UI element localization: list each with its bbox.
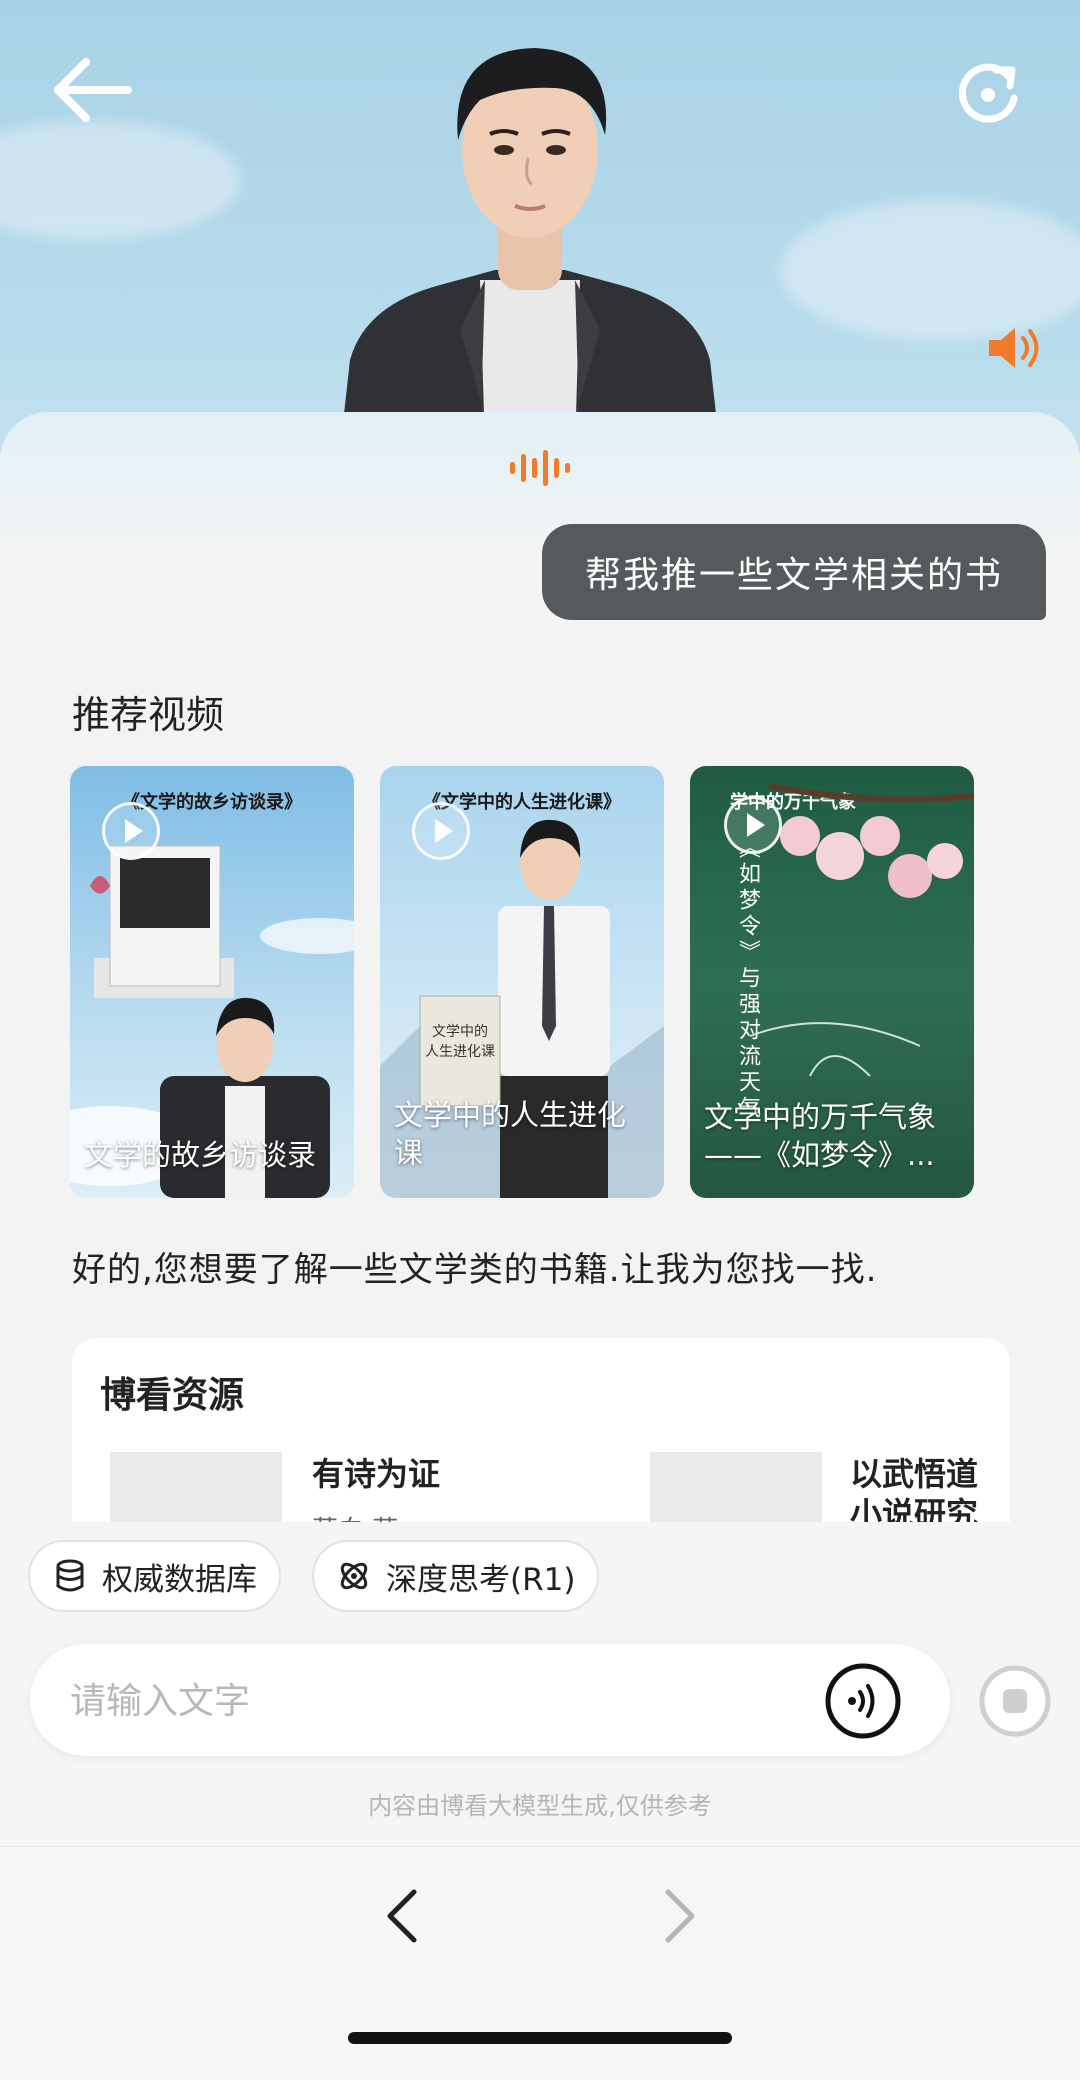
book-title[interactable]: 有诗为证	[312, 1454, 440, 1494]
voice-input-button[interactable]	[824, 1662, 902, 1740]
back-button[interactable]	[48, 50, 138, 130]
video-caption: 文学的故乡访谈录	[84, 1138, 317, 1172]
play-icon	[102, 802, 160, 860]
authority-database-chip[interactable]: 权威数据库	[28, 1540, 281, 1612]
video-card-1[interactable]: 《文学的故乡访谈录》 文学的故乡访谈录	[70, 766, 354, 1198]
atom-icon	[340, 1562, 368, 1590]
text-input-container	[30, 1644, 950, 1756]
speaker-icon	[989, 328, 1039, 368]
stop-button[interactable]	[978, 1664, 1052, 1738]
navigation-bar	[0, 1846, 1080, 2080]
chevron-right-icon	[665, 1889, 695, 1943]
database-icon	[56, 1559, 84, 1592]
video-cover-vertical-text: 《如梦令》与强对流天气	[735, 836, 760, 1122]
arrow-left-icon	[54, 58, 132, 122]
voice-wave-icon	[508, 448, 572, 488]
chip-label: 权威数据库	[102, 1561, 257, 1598]
voice-input-icon	[825, 1663, 901, 1739]
deep-thinking-chip[interactable]: 深度思考(R1)	[312, 1540, 600, 1612]
stop-icon	[979, 1665, 1051, 1737]
resources-title: 博看资源	[100, 1375, 245, 1416]
recommended-videos-title: 推荐视频	[72, 693, 225, 737]
message-input[interactable]	[68, 1670, 772, 1732]
assistant-reply-text: 好的,您想要了解一些文学类的书籍.让我为您找一找.	[72, 1250, 878, 1290]
play-icon	[724, 796, 782, 854]
chevron-left-icon	[387, 1889, 417, 1943]
refresh-icon	[958, 63, 1018, 123]
speaker-button[interactable]	[985, 318, 1045, 378]
video-card-3[interactable]: 学中的万千气象 《如梦令》与强对流天气 文学中的万千气象——《如梦令》...	[690, 766, 974, 1198]
disclaimer-text: 内容由博看大模型生成,仅供参考	[368, 1792, 712, 1820]
home-indicator	[348, 2032, 732, 2044]
video-card-2[interactable]: 《文学中的人生进化课》 文学中的 人生进化课 文学中的人生进化课	[380, 766, 664, 1198]
nav-back-button[interactable]	[380, 1886, 424, 1946]
video-caption: 文学中的万千气象——《如梦令》...	[704, 1100, 937, 1172]
video-caption: 文学中的人生进化课	[394, 1098, 627, 1170]
refresh-button[interactable]	[950, 50, 1025, 130]
chip-label: 深度思考(R1)	[386, 1561, 576, 1598]
svg-text:人生进化课: 人生进化课	[425, 1044, 495, 1060]
digital-human-avatar	[320, 30, 740, 450]
nav-forward-button[interactable]	[658, 1886, 702, 1946]
svg-text:文学中的: 文学中的	[432, 1024, 488, 1040]
play-icon	[412, 802, 470, 860]
user-message-bubble: 帮我推一些文学相关的书	[542, 524, 1046, 620]
user-message-text: 帮我推一些文学相关的书	[584, 555, 1003, 596]
